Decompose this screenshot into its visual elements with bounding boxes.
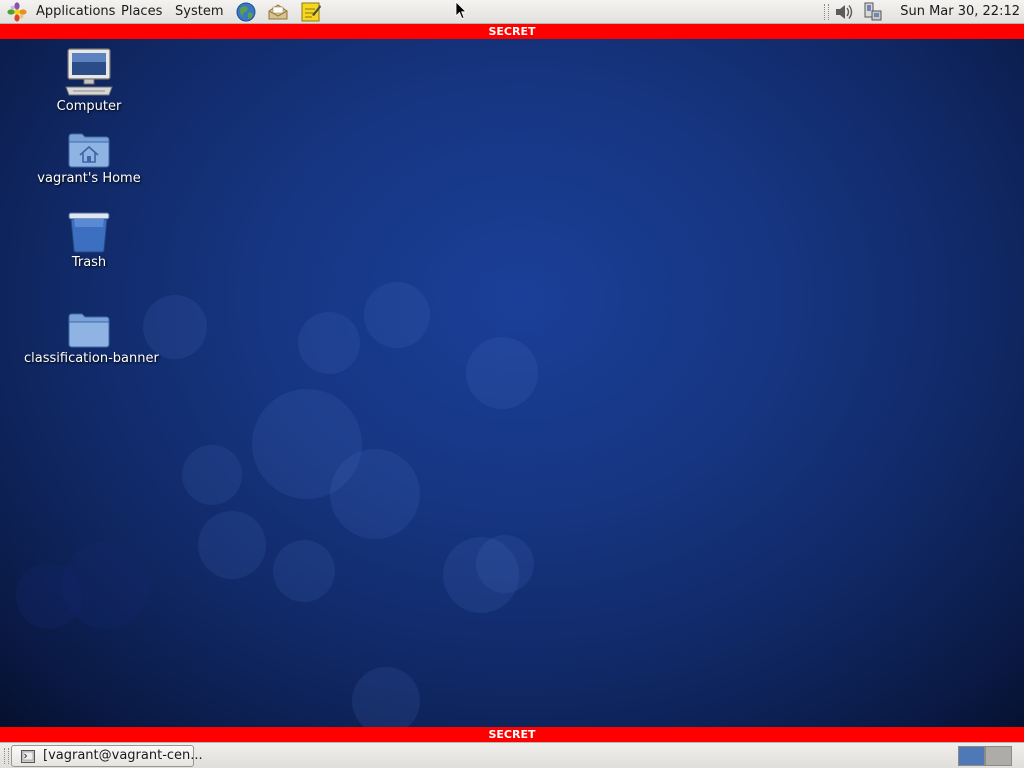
bottom-panel: [vagrant@vagrant-cen...: [0, 742, 1024, 768]
email-client-icon[interactable]: [267, 1, 289, 23]
top-panel: Applications Places System Sun Mar 30, 2…: [0, 0, 1024, 24]
desktop-icon-home[interactable]: vagrant's Home: [24, 131, 154, 186]
desktop-icon-label: classification-banner: [24, 351, 159, 366]
menu-system[interactable]: System: [173, 3, 225, 21]
applications-logo-icon[interactable]: [6, 2, 28, 22]
notes-icon[interactable]: [300, 1, 322, 23]
home-folder-icon: [68, 133, 110, 168]
terminal-icon: [21, 750, 35, 763]
tray-handle[interactable]: [824, 4, 829, 20]
taskbar-item-terminal[interactable]: [vagrant@vagrant-cen...: [11, 745, 203, 767]
classification-banner-top: SECRET: [0, 24, 1024, 39]
trash-icon: [68, 212, 110, 253]
desktop[interactable]: Computer vagrant's Home Trash classifica…: [0, 39, 1024, 727]
desktop-icon-label: Computer: [56, 99, 122, 114]
mouse-cursor-icon: [455, 1, 467, 20]
clock[interactable]: Sun Mar 30, 22:12: [900, 3, 1020, 21]
computer-icon: [65, 48, 113, 96]
desktop-icon-label: Trash: [71, 255, 107, 270]
wallpaper-bubble: [476, 535, 534, 593]
volume-icon[interactable]: [833, 2, 855, 22]
desktop-icon-classification-banner[interactable]: classification-banner: [24, 311, 159, 366]
wallpaper-bubble: [198, 511, 266, 579]
wallpaper-bubble: [330, 449, 420, 539]
workspace-2[interactable]: [985, 746, 1012, 766]
classification-banner-bottom: SECRET: [0, 727, 1024, 742]
workspace-1[interactable]: [958, 746, 985, 766]
menu-applications[interactable]: Applications: [34, 3, 117, 21]
web-browser-icon[interactable]: [235, 1, 257, 23]
wallpaper-bubble: [466, 337, 538, 409]
desktop-icon-trash[interactable]: Trash: [24, 211, 154, 270]
desktop-icon-label: vagrant's Home: [37, 171, 141, 186]
wallpaper-bubble: [364, 282, 430, 348]
network-icon[interactable]: [862, 2, 884, 22]
wallpaper-bubble: [182, 445, 242, 505]
wallpaper-bubble: [16, 563, 82, 629]
wallpaper-bubble: [273, 540, 335, 602]
desktop-icon-computer[interactable]: Computer: [24, 47, 154, 114]
taskbar-item-label: [vagrant@vagrant-cen...: [43, 748, 203, 763]
menu-places[interactable]: Places: [119, 3, 164, 21]
wallpaper-bubble: [352, 667, 420, 727]
panel-handle[interactable]: [4, 748, 9, 764]
wallpaper-bubble: [298, 312, 360, 374]
folder-icon: [68, 313, 110, 348]
